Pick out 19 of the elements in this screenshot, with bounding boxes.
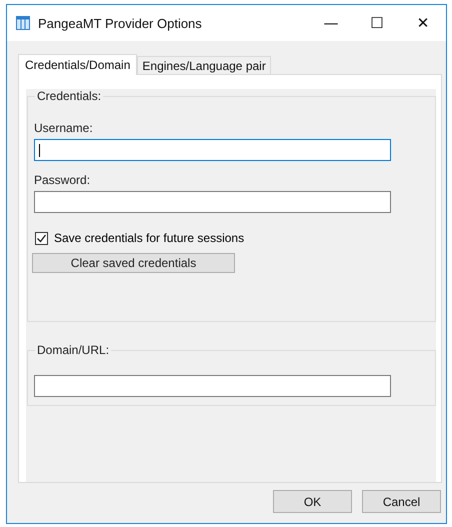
ok-button[interactable]: OK [273,490,352,513]
window-title: PangeaMT Provider Options [38,16,203,30]
clear-button[interactable]: Clear saved credentials [32,253,235,273]
tab[interactable]: Engines/Language pair [137,56,271,74]
field-label: Username: [34,121,94,135]
maximize-button[interactable]: ☐ [354,5,400,41]
tab[interactable]: Credentials/Domain [18,54,138,75]
checkbox-label: Save credentials for future sessions [54,231,244,245]
close-button[interactable]: ✕ [400,5,446,41]
app-icon [16,16,30,30]
checkbox[interactable] [35,232,48,244]
group-title: Credentials: [35,89,104,103]
input-field[interactable] [34,191,391,213]
minimize-button[interactable]: — [308,5,354,41]
input-field[interactable] [34,139,391,161]
field-label: Password: [34,173,92,187]
input-field[interactable] [34,375,391,397]
cancel-button[interactable]: Cancel [362,490,441,513]
group-title: Domain/URL: [35,343,112,357]
